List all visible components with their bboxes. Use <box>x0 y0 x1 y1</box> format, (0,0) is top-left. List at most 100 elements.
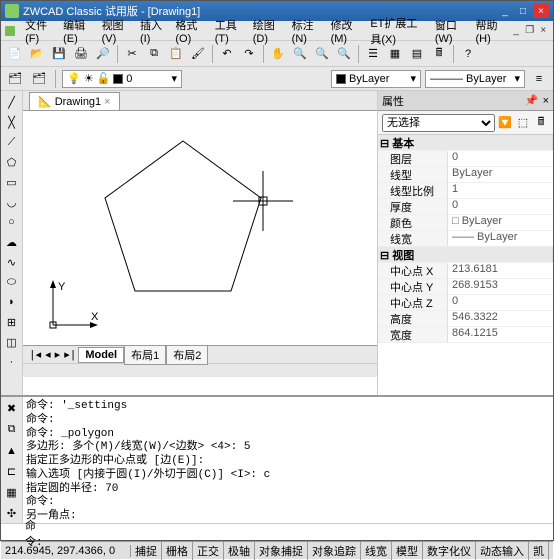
erase-tool[interactable]: ✖ <box>2 399 22 418</box>
menu-tools[interactable]: 工具(T) <box>209 15 247 47</box>
prop-value[interactable]: 0 <box>448 295 553 310</box>
copy-tool[interactable]: ⧉ <box>2 420 22 439</box>
doc-minimize-button[interactable]: _ <box>510 24 522 38</box>
redo-button[interactable]: ↷ <box>239 44 259 64</box>
linetype-dropdown[interactable]: ——— ByLayer ▾ <box>425 70 525 88</box>
undo-button[interactable]: ↶ <box>217 44 237 64</box>
pan-button[interactable]: ✋ <box>268 44 288 64</box>
quick-select-button[interactable]: 🔽 <box>497 115 513 131</box>
status-正交[interactable]: 正交 <box>193 542 224 560</box>
tab-first[interactable]: |◂ <box>27 348 43 362</box>
doc-restore-button[interactable]: ❐ <box>524 24 536 38</box>
status-动态输入[interactable]: 动态输入 <box>476 542 529 560</box>
zoom-rt-button[interactable]: 🔍 <box>290 44 310 64</box>
quickcalc-button[interactable]: 🖩 <box>533 115 549 131</box>
array-tool[interactable]: ▦ <box>2 483 22 502</box>
designcenter-button[interactable]: ▦ <box>385 44 405 64</box>
point-tool[interactable]: · <box>3 353 21 371</box>
offset-tool[interactable]: ⊏ <box>2 462 22 481</box>
menu-file[interactable]: 文件(F) <box>19 15 57 47</box>
zoom-win-button[interactable]: 🔍 <box>312 44 332 64</box>
zoom-prev-button[interactable]: 🔍 <box>334 44 354 64</box>
pin-icon[interactable]: 📌 <box>525 94 539 107</box>
command-input[interactable] <box>41 527 553 539</box>
selection-dropdown[interactable]: 无选择 <box>382 114 495 132</box>
menu-format[interactable]: 格式(O) <box>169 15 208 47</box>
h-scrollbar[interactable] <box>23 363 377 377</box>
status-数字化仪[interactable]: 数字化仪 <box>423 542 476 560</box>
layer-mgr-button[interactable]: 🗂 <box>5 69 25 89</box>
doc-close-icon[interactable]: × <box>104 96 110 108</box>
tab-next[interactable]: ▸ <box>53 348 63 362</box>
mirror-tool[interactable]: ▲ <box>2 441 22 460</box>
help-button[interactable]: ? <box>458 44 478 64</box>
pline-tool[interactable]: ⟋ <box>3 133 21 151</box>
circle-tool[interactable]: ○ <box>3 213 21 231</box>
copy-button[interactable]: ⧉ <box>144 44 164 64</box>
pick-button[interactable]: ⬚ <box>515 115 531 131</box>
drawing-viewport[interactable]: YX <box>23 111 377 345</box>
xline-tool[interactable]: ╳ <box>3 113 21 131</box>
prop-value[interactable]: 546.3322 <box>448 311 553 326</box>
status-捕捉[interactable]: 捕捉 <box>131 542 162 560</box>
prop-value[interactable]: 0 <box>448 199 553 214</box>
ellipsearc-tool[interactable]: ◗ <box>3 293 21 311</box>
properties-button[interactable]: ☰ <box>363 44 383 64</box>
prop-value[interactable]: 0 <box>448 151 553 166</box>
prop-group-header[interactable]: ⊟ 视图 <box>378 247 553 262</box>
open-button[interactable]: 📂 <box>27 44 47 64</box>
insert-tool[interactable]: ⊞ <box>3 313 21 331</box>
status-极轴[interactable]: 极轴 <box>224 542 255 560</box>
new-button[interactable]: 📄 <box>5 44 25 64</box>
cut-button[interactable]: ✂ <box>122 44 142 64</box>
menu-help[interactable]: 帮助(H) <box>469 15 508 47</box>
preview-button[interactable]: 🔎 <box>93 44 113 64</box>
prop-value[interactable]: 1 <box>448 183 553 198</box>
layer-prev-button[interactable]: 🗂 <box>29 69 49 89</box>
layout2-tab[interactable]: 布局2 <box>166 345 208 365</box>
tab-prev[interactable]: ◂ <box>43 348 53 362</box>
prop-value[interactable]: ByLayer <box>448 167 553 182</box>
status-对象捕捉[interactable]: 对象捕捉 <box>255 542 308 560</box>
status-对象追踪[interactable]: 对象追踪 <box>308 542 361 560</box>
close-icon[interactable]: × <box>543 95 549 107</box>
line-tool[interactable]: ╱ <box>3 93 21 111</box>
menu-window[interactable]: 窗口(W) <box>429 15 470 47</box>
command-history[interactable]: 命令: '_settings 命令: 命令: _polygon 多边形: 多个(… <box>23 397 553 523</box>
menu-draw[interactable]: 绘图(D) <box>247 15 286 47</box>
spline-tool[interactable]: ∿ <box>3 253 21 271</box>
matchprop-button[interactable]: 🖌 <box>188 44 208 64</box>
block-tool[interactable]: ◫ <box>3 333 21 351</box>
doc-tab[interactable]: 📐 Drawing1 × <box>29 92 120 110</box>
prop-value[interactable]: 213.6181 <box>448 263 553 278</box>
status-凯[interactable]: 凯 <box>529 542 549 560</box>
menu-edit[interactable]: 编辑(E) <box>57 15 95 47</box>
arc-tool[interactable]: ◡ <box>3 193 21 211</box>
revcloud-tool[interactable]: ☁ <box>3 233 21 251</box>
ellipse-tool[interactable]: ⬭ <box>3 273 21 291</box>
status-栅格[interactable]: 栅格 <box>162 542 193 560</box>
prop-value[interactable]: 864.1215 <box>448 327 553 342</box>
menu-dimension[interactable]: 标注(N) <box>286 15 325 47</box>
polygon-tool[interactable]: ⬠ <box>3 153 21 171</box>
color-dropdown[interactable]: ByLayer ▾ <box>331 70 421 88</box>
menu-view[interactable]: 视图(V) <box>96 15 134 47</box>
doc-close-button[interactable]: × <box>537 24 549 38</box>
rect-tool[interactable]: ▭ <box>3 173 21 191</box>
toolpalette-button[interactable]: ▤ <box>407 44 427 64</box>
calc-button[interactable]: 🖩 <box>429 44 449 64</box>
layer-dropdown[interactable]: 💡 ☀ 🔓 0 ▾ <box>62 70 182 88</box>
close-button[interactable]: × <box>533 4 549 18</box>
menu-insert[interactable]: 插入(I) <box>134 15 169 47</box>
status-模型[interactable]: 模型 <box>392 542 423 560</box>
layout1-tab[interactable]: 布局1 <box>124 345 166 365</box>
model-tab[interactable]: Model <box>78 347 124 363</box>
prop-value[interactable]: —— ByLayer <box>448 231 553 246</box>
maximize-button[interactable]: □ <box>515 4 531 18</box>
tab-last[interactable]: ▸| <box>62 348 78 362</box>
menu-modify[interactable]: 修改(M) <box>325 15 365 47</box>
prop-group-header[interactable]: ⊟ 基本 <box>378 135 553 150</box>
paste-button[interactable]: 📋 <box>166 44 186 64</box>
prop-value[interactable]: 268.9153 <box>448 279 553 294</box>
print-button[interactable]: 🖨 <box>71 44 91 64</box>
